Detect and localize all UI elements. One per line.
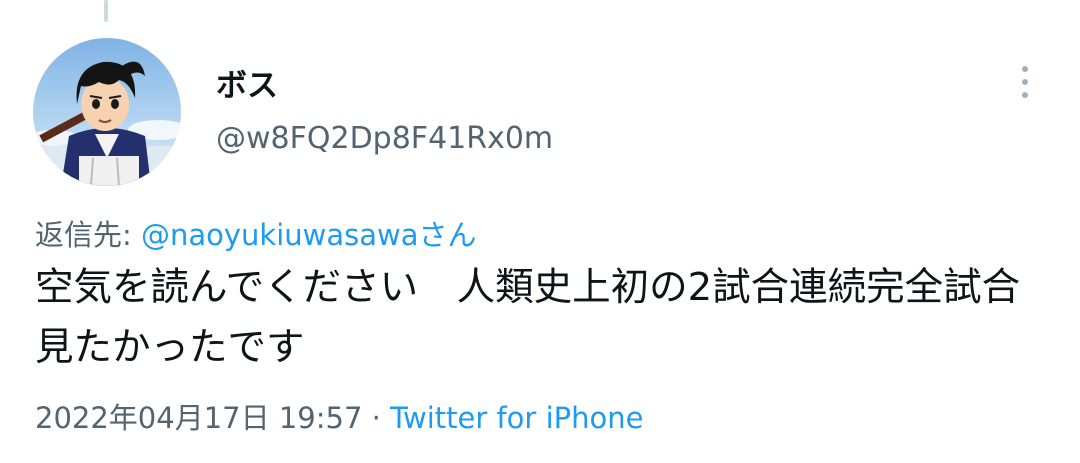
reply-honorific: さん — [418, 218, 477, 252]
more-vertical-icon-dot — [1022, 79, 1028, 85]
author-handle[interactable]: @w8FQ2Dp8F41Rx0m — [216, 117, 553, 161]
reply-context: 返信先: @naoyukiuwasawaさん — [35, 213, 477, 257]
more-vertical-icon — [1022, 66, 1028, 72]
more-vertical-icon-dot — [1022, 92, 1028, 98]
reply-to-handle: @naoyukiuwasawa — [141, 218, 419, 252]
thread-connector-line — [104, 0, 108, 22]
tweet-text: 空気を読んでください 人類史上初の2試合連続完全試合見たかったです — [35, 265, 1021, 370]
meta-separator: · — [362, 401, 391, 435]
reply-prefix: 返信先: — [35, 218, 141, 252]
more-options-button[interactable] — [1008, 62, 1042, 102]
reply-mention-link[interactable]: @naoyukiuwasawaさん — [141, 218, 477, 252]
author-display-name[interactable]: ボス — [216, 64, 278, 108]
avatar-image — [33, 38, 181, 186]
tweet-source-link[interactable]: Twitter for iPhone — [390, 401, 643, 435]
tweet-timestamp[interactable]: 2022年04月17日 19:57 — [35, 401, 362, 435]
tweet-metadata: 2022年04月17日 19:57 · Twitter for iPhone — [35, 396, 643, 440]
avatar[interactable] — [33, 38, 181, 186]
